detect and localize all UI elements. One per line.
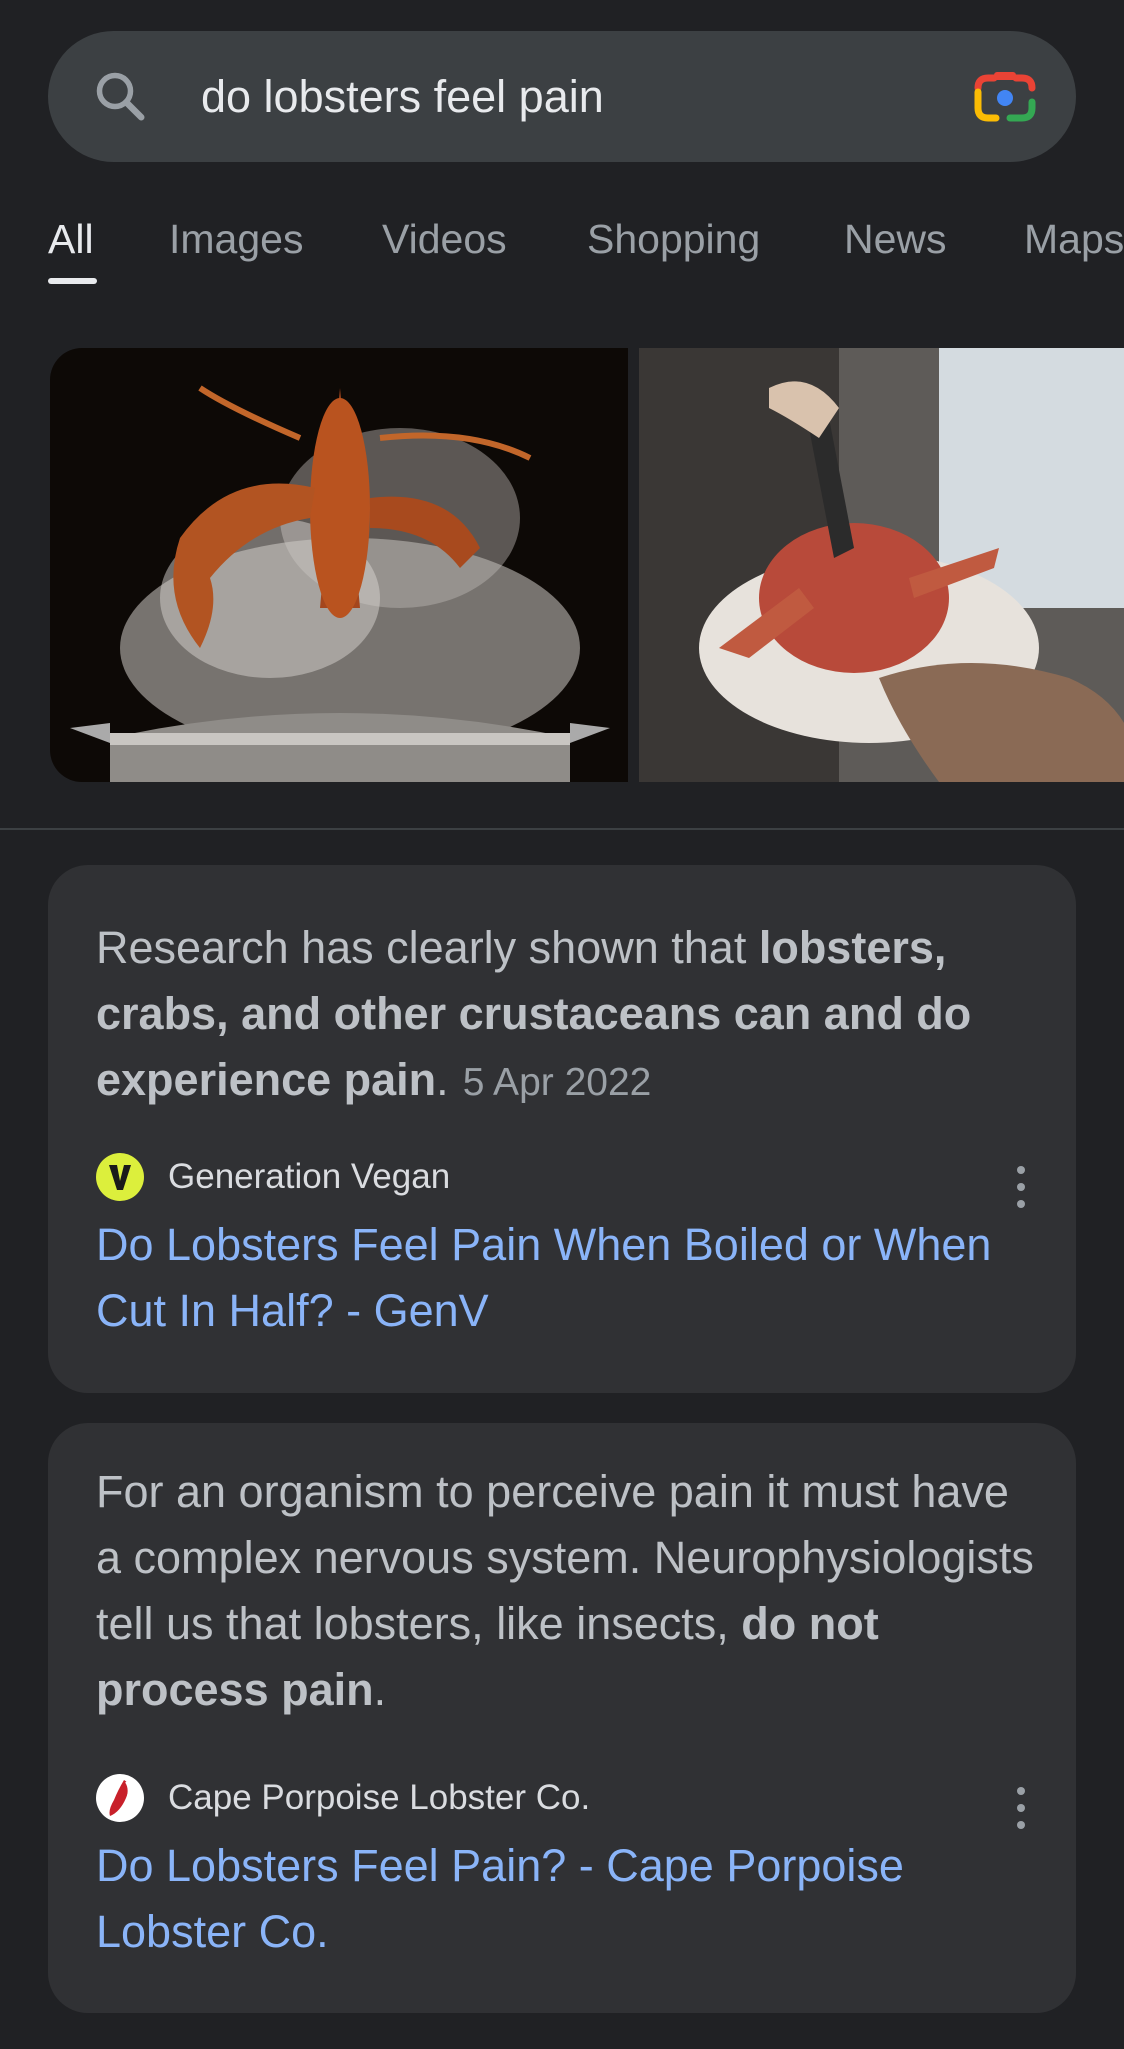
image-result-lobster-boiling-pot[interactable] [50,348,628,782]
source-row[interactable]: Generation Vegan [96,1152,450,1202]
cape-porpoise-logo [96,1774,144,1822]
image-result-lobster-on-plate[interactable] [639,348,1124,782]
featured-snippet-card-1: Research has clearly shown that lobsters… [48,865,1076,1393]
search-results-page: do lobsters feel pain All Images Videos … [0,0,1124,2049]
image-results-strip [0,348,1124,782]
tab-images[interactable]: Images [169,210,303,268]
search-icon[interactable] [90,66,150,126]
more-options-icon[interactable] [1006,1162,1036,1212]
tab-maps[interactable]: Maps [1024,210,1124,268]
tab-news[interactable]: News [844,210,947,268]
generation-vegan-logo [96,1153,144,1201]
result-title-link[interactable]: Do Lobsters Feel Pain? - Cape Porpoise L… [96,1833,1036,1965]
divider [0,828,1124,830]
featured-snippet-card-2: For an organism to perceive pain it must… [48,1423,1076,2013]
google-lens-icon[interactable] [972,68,1038,128]
snippet-date: 5 Apr 2022 [462,1061,652,1104]
more-options-icon[interactable] [1006,1783,1036,1833]
source-row[interactable]: Cape Porpoise Lobster Co. [96,1773,590,1823]
result-title-link[interactable]: Do Lobsters Feel Pain When Boiled or Whe… [96,1212,1036,1344]
active-tab-indicator [48,278,97,284]
snippet-text: Research has clearly shown that lobsters… [96,922,972,1105]
search-input[interactable]: do lobsters feel pain [201,68,604,126]
snippet-text: For an organism to perceive pain it must… [96,1466,1034,1715]
source-name[interactable]: Cape Porpoise Lobster Co. [168,1778,590,1818]
tab-all[interactable]: All [48,210,94,268]
tab-videos[interactable]: Videos [382,210,507,268]
tab-shopping[interactable]: Shopping [587,210,760,268]
search-tabs: All Images Videos Shopping News Maps [0,210,1124,290]
source-name[interactable]: Generation Vegan [168,1157,450,1197]
